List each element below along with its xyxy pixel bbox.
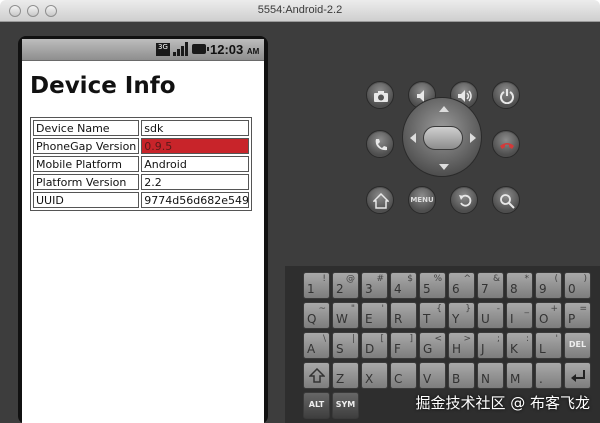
dpad-right-icon[interactable]: [470, 133, 476, 143]
signal-strength-icon: [173, 42, 188, 56]
dpad-down-icon[interactable]: [439, 164, 449, 170]
key-l[interactable]: ' L: [535, 332, 562, 359]
dpad-up-icon[interactable]: [439, 106, 449, 112]
sym-key[interactable]: SYM: [332, 392, 359, 419]
key-v[interactable]: V: [419, 362, 446, 389]
enter-key[interactable]: [564, 362, 591, 389]
watermark: 掘金技术社区 @ 布客飞龙: [415, 394, 590, 412]
page-title: Device Info: [30, 73, 176, 99]
key-8[interactable]: * 8: [506, 272, 533, 299]
window-titlebar: 5554:Android-2.2: [0, 0, 600, 22]
table-row: Platform Version 2.2: [33, 174, 250, 190]
end-call-icon: [500, 143, 514, 149]
key-d[interactable]: [D: [361, 332, 388, 359]
call-button[interactable]: [366, 130, 394, 158]
key-h[interactable]: > H: [448, 332, 475, 359]
row-value: 2.2: [141, 174, 250, 190]
key-w[interactable]: " W: [332, 302, 359, 329]
row-value: sdk: [141, 120, 250, 136]
table-row: UUID 9774d56d682e549c: [33, 192, 250, 208]
row-value: Android: [141, 156, 250, 172]
shift-key[interactable]: [303, 362, 330, 389]
key-1[interactable]: ! 1: [303, 272, 330, 299]
key-r[interactable]: R: [390, 302, 417, 329]
key-y[interactable]: } Y: [448, 302, 475, 329]
key-i[interactable]: _ I: [506, 302, 533, 329]
key-9[interactable]: (9: [535, 272, 562, 299]
key-z[interactable]: Z: [332, 362, 359, 389]
key-q[interactable]: ~ Q: [303, 302, 330, 329]
key-e[interactable]: ' E: [361, 302, 388, 329]
key-x[interactable]: X: [361, 362, 388, 389]
power-button[interactable]: [492, 81, 520, 109]
camera-button[interactable]: [366, 81, 394, 109]
key-m[interactable]: M: [506, 362, 533, 389]
key-o[interactable]: + O: [535, 302, 562, 329]
home-button[interactable]: [366, 186, 394, 214]
key-s[interactable]: | S: [332, 332, 359, 359]
key-c[interactable]: C: [390, 362, 417, 389]
row-label: Device Name: [33, 120, 140, 136]
menu-label: MENU: [410, 196, 434, 204]
key-6[interactable]: ^ 6: [448, 272, 475, 299]
table-row: PhoneGap Version 0.9.5: [33, 138, 250, 154]
key-u[interactable]: -U: [477, 302, 504, 329]
key-2[interactable]: @2: [332, 272, 359, 299]
key-p[interactable]: = P: [564, 302, 591, 329]
battery-icon: [192, 44, 209, 54]
key-4[interactable]: $4: [390, 272, 417, 299]
device-info-table: Device Name sdk PhoneGap Version 0.9.5 M…: [30, 117, 253, 211]
row-label: Mobile Platform: [33, 156, 140, 172]
key-t[interactable]: {T: [419, 302, 446, 329]
menu-button[interactable]: MENU: [408, 186, 436, 214]
key-a[interactable]: \ A: [303, 332, 330, 359]
camera-icon: [374, 91, 388, 102]
key-3[interactable]: #3: [361, 272, 388, 299]
phonegap-version-value: 0.9.5: [141, 138, 250, 154]
shift-icon: [309, 368, 325, 383]
row-label: PhoneGap Version: [33, 138, 140, 154]
alt-key[interactable]: ALT: [303, 392, 330, 419]
dpad-left-icon[interactable]: [410, 133, 416, 143]
clock: 12:03 AM: [210, 42, 260, 57]
search-icon: [500, 194, 515, 209]
row-value: 9774d56d682e549c: [141, 192, 250, 208]
key-period[interactable]: .: [535, 362, 562, 389]
window-title: 5554:Android-2.2: [257, 4, 343, 16]
search-button[interactable]: [492, 186, 520, 214]
row-label: UUID: [33, 192, 140, 208]
table-row: Mobile Platform Android: [33, 156, 250, 172]
table-row: Device Name sdk: [33, 120, 250, 136]
row-label: Platform Version: [33, 174, 140, 190]
key-0[interactable]: ) 0: [564, 272, 591, 299]
dpad-center-button[interactable]: [423, 126, 463, 150]
phone-call-icon: [375, 139, 387, 151]
device-screen: 3G 12:03 AM Device Info Device Name sdk …: [22, 39, 264, 423]
key-k[interactable]: :K: [506, 332, 533, 359]
dpad[interactable]: [402, 97, 482, 177]
end-call-button[interactable]: [492, 130, 520, 158]
back-button[interactable]: [450, 186, 478, 214]
network-3g-icon: 3G: [156, 43, 170, 56]
key-g[interactable]: < G: [419, 332, 446, 359]
enter-icon: [571, 370, 585, 382]
delete-key[interactable]: DEL: [564, 332, 591, 359]
key-n[interactable]: N: [477, 362, 504, 389]
key-7[interactable]: & 7: [477, 272, 504, 299]
key-j[interactable]: ; J: [477, 332, 504, 359]
back-icon: [459, 194, 472, 207]
home-icon: [373, 193, 389, 209]
status-bar: 3G 12:03 AM: [22, 39, 264, 61]
power-icon: [500, 89, 514, 104]
key-b[interactable]: B: [448, 362, 475, 389]
key-5[interactable]: % 5: [419, 272, 446, 299]
key-f[interactable]: ] F: [390, 332, 417, 359]
